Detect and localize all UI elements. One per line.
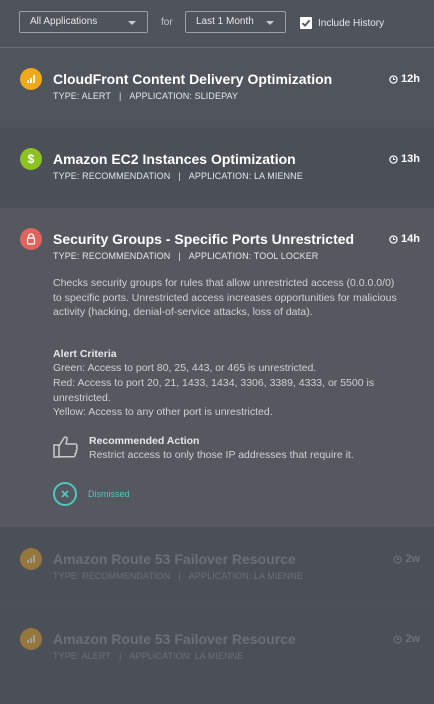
item-title: Security Groups - Specific Ports Unrestr…: [53, 231, 355, 247]
clock-icon: [393, 634, 402, 644]
item-title: CloudFront Content Delivery Optimization: [53, 71, 333, 87]
item-title: Amazon Route 53 Failover Resource: [53, 551, 296, 567]
item-time-value: 13h: [401, 153, 420, 165]
clock-icon: [389, 74, 398, 84]
criteria-green: Green: Access to port 80, 25, 443, or 46…: [53, 362, 317, 374]
item-type: TYPE: RECOMMENDATION: [53, 571, 171, 581]
item-time: 2w: [393, 553, 420, 565]
signal-bars-icon: [20, 68, 42, 90]
item-type: TYPE: ALERT: [53, 651, 111, 661]
signal-bars-icon: [20, 548, 42, 570]
criteria-yellow: Yellow: Access to any other port is unre…: [53, 406, 273, 418]
application-select-value: All Applications: [30, 16, 98, 27]
item-application: APPLICATION: TOOL LOCKER: [188, 251, 319, 261]
meta-separator: |: [178, 251, 181, 261]
clock-icon: [389, 154, 398, 164]
item-meta: TYPE: RECOMMENDATION | APPLICATION: LA MIE…: [53, 571, 303, 581]
list-item[interactable]: $ Amazon EC2 Instances Optimization TYPE…: [0, 128, 434, 207]
include-history-checkbox[interactable]: [300, 17, 312, 29]
item-title: Amazon EC2 Instances Optimization: [53, 151, 296, 167]
item-meta: TYPE: ALERT | APPLICATION: LA MIENNE: [53, 651, 244, 661]
dismissed-status-label: Dismissed: [88, 489, 130, 499]
item-meta: TYPE: RECOMMENDATION | APPLICATION: TOOL L…: [53, 251, 318, 261]
item-time: 14h: [389, 233, 420, 245]
clock-icon: [389, 234, 398, 244]
item-type: TYPE: ALERT: [53, 91, 111, 101]
for-label: for: [161, 17, 173, 28]
item-type: TYPE: RECOMMENDATION: [53, 171, 171, 181]
checkmark-icon: [301, 19, 311, 27]
item-time-value: 2w: [405, 553, 420, 565]
close-icon: [61, 490, 69, 498]
item-time-value: 14h: [401, 233, 420, 245]
item-time-value: 12h: [401, 73, 420, 85]
period-select[interactable]: Last 1 Month: [185, 11, 286, 33]
chevron-down-icon: [128, 21, 136, 25]
period-select-value: Last 1 Month: [196, 16, 254, 27]
meta-separator: |: [178, 571, 181, 581]
item-description: Checks security groups for rules that al…: [53, 277, 397, 318]
signal-bars-icon: [20, 628, 42, 650]
criteria-red: Red: Access to port 20, 21, 1433, 1434, …: [53, 377, 375, 404]
meta-separator: |: [118, 91, 122, 101]
filter-toolbar: All Applications for Last 1 Month Includ…: [0, 0, 434, 48]
chevron-down-icon: [266, 21, 274, 25]
item-application: APPLICATION: LA MIENNE: [188, 571, 303, 581]
item-type: TYPE: RECOMMENDATION: [53, 251, 171, 261]
list-item[interactable]: Amazon Route 53 Failover Resource TYPE: …: [0, 608, 434, 704]
recommended-action-text: Restrict access to only those IP address…: [89, 449, 354, 461]
application-select[interactable]: All Applications: [19, 11, 148, 33]
item-application: APPLICATION: SLIDEPAY: [129, 91, 239, 101]
lock-icon: [20, 228, 42, 250]
include-history-label: Include History: [318, 18, 385, 29]
item-application: APPLICATION: LA MIENNE: [188, 171, 303, 181]
alert-criteria-heading: Alert Criteria: [53, 348, 117, 360]
clock-icon: [393, 554, 402, 564]
dismiss-button[interactable]: [53, 482, 77, 506]
item-meta: TYPE: RECOMMENDATION | APPLICATION: LA MIE…: [53, 171, 303, 181]
item-title: Amazon Route 53 Failover Resource: [53, 631, 296, 647]
list-item-expanded[interactable]: Security Groups - Specific Ports Unrestr…: [0, 208, 434, 527]
meta-separator: |: [178, 171, 181, 181]
item-time: 13h: [389, 153, 420, 165]
dollar-icon: $: [20, 148, 42, 170]
item-time: 2w: [393, 633, 420, 645]
thumbs-up-icon: [53, 435, 79, 464]
item-time: 12h: [389, 73, 420, 85]
list-item[interactable]: Amazon Route 53 Failover Resource TYPE: …: [0, 528, 434, 607]
item-application: APPLICATION: LA MIENNE: [129, 651, 244, 661]
recommended-action-heading: Recommended Action: [89, 435, 200, 447]
list-item[interactable]: CloudFront Content Delivery Optimization…: [0, 48, 434, 127]
meta-separator: |: [118, 651, 122, 661]
item-time-value: 2w: [405, 633, 420, 645]
item-meta: TYPE: ALERT | APPLICATION: SLIDEPAY: [53, 91, 238, 101]
